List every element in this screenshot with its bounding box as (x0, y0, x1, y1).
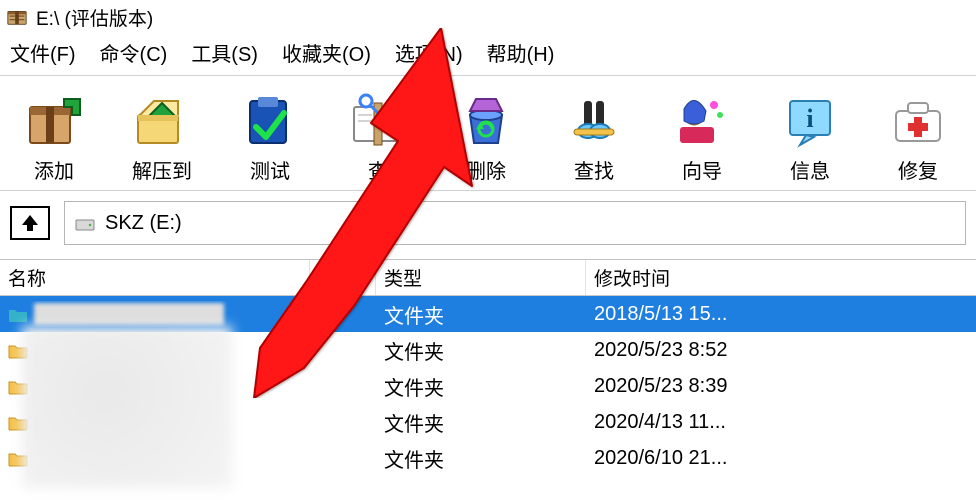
wizard-icon (672, 93, 732, 149)
toolbar-wizard-label: 向导 (682, 155, 722, 184)
test-icon (240, 93, 300, 149)
folder-icon (8, 414, 28, 430)
file-modified: 2020/4/13 11... (586, 409, 976, 436)
svg-text:i: i (806, 104, 813, 133)
table-row[interactable]: 文件夹 2020/5/23 8:39 (0, 368, 976, 404)
file-type: 文件夹 (376, 298, 586, 331)
toolbar-extract-label: 解压到 (132, 155, 192, 184)
toolbar-add-button[interactable]: 添加 (0, 80, 108, 184)
menu-favorites[interactable]: 收藏夹(O) (282, 38, 371, 67)
file-table: 名称 类型 修改时间 文件夹 2018/5/13 15... 文件夹 2020/… (0, 260, 976, 476)
file-type: 文件夹 (376, 442, 586, 475)
delete-icon (456, 93, 516, 149)
address-combobox[interactable]: SKZ (E:) (64, 201, 966, 245)
view-icon (348, 93, 408, 149)
file-modified: 2018/5/13 15... (586, 301, 976, 328)
drive-icon (75, 215, 95, 231)
folder-icon (8, 378, 28, 394)
toolbar-info-label: 信息 (790, 155, 830, 184)
file-type: 文件夹 (376, 370, 586, 403)
toolbar-extract-button[interactable]: 解压到 (108, 80, 216, 184)
menu-file[interactable]: 文件(F) (10, 38, 76, 67)
address-text: SKZ (E:) (105, 212, 182, 235)
add-icon (24, 93, 84, 149)
col-modified[interactable]: 修改时间 (586, 260, 976, 295)
file-type: 文件夹 (376, 334, 586, 367)
col-type[interactable]: 类型 (376, 260, 586, 295)
info-icon: i (780, 93, 840, 149)
repair-icon (888, 93, 948, 149)
toolbar-wizard-button[interactable]: 向导 (648, 80, 756, 184)
toolbar-test-button[interactable]: 测试 (216, 80, 324, 184)
file-type: 文件夹 (376, 406, 586, 439)
toolbar-find-button[interactable]: 查找 (540, 80, 648, 184)
toolbar-test-label: 测试 (250, 155, 290, 184)
table-row[interactable]: 文件夹 2020/4/13 11... (0, 404, 976, 440)
toolbar-delete-button[interactable]: 删除 (432, 80, 540, 184)
menu-tools[interactable]: 工具(S) (191, 38, 258, 67)
up-arrow-icon (18, 213, 42, 233)
toolbar-repair-label: 修复 (898, 155, 938, 184)
toolbar-info-button[interactable]: i 信息 (756, 80, 864, 184)
menu-bar: 文件(F) 命令(C) 工具(S) 收藏夹(O) 选项(N) 帮助(H) (0, 34, 976, 75)
menu-command[interactable]: 命令(C) (100, 38, 168, 67)
toolbar-find-label: 查找 (574, 155, 614, 184)
col-size[interactable] (310, 260, 376, 295)
toolbar-view-button[interactable]: 查 (324, 80, 432, 184)
address-row: SKZ (E:) (0, 191, 976, 260)
title-bar: E:\ (评估版本) (0, 0, 976, 34)
col-name[interactable]: 名称 (0, 260, 310, 295)
menu-help[interactable]: 帮助(H) (487, 38, 555, 67)
file-modified: 2020/5/23 8:39 (586, 373, 976, 400)
table-header: 名称 类型 修改时间 (0, 260, 976, 296)
extract-icon (132, 93, 192, 149)
folder-icon (8, 342, 28, 358)
table-row[interactable]: 文件夹 2020/5/23 8:52 (0, 332, 976, 368)
find-icon (564, 93, 624, 149)
toolbar: 添加 解压到 测试 (0, 75, 976, 191)
file-modified: 2020/6/10 21... (586, 445, 976, 472)
up-one-level-button[interactable] (10, 206, 50, 240)
folder-icon (8, 306, 28, 322)
table-row[interactable]: 文件夹 2020/6/10 21... (0, 440, 976, 476)
menu-options[interactable]: 选项(N) (395, 38, 463, 67)
toolbar-delete-label: 删除 (466, 155, 506, 184)
toolbar-add-label: 添加 (34, 155, 74, 184)
window-title: E:\ (评估版本) (36, 4, 153, 31)
folder-icon (8, 450, 28, 466)
toolbar-repair-button[interactable]: 修复 (864, 80, 972, 184)
file-name-blurred (34, 303, 224, 325)
app-icon (6, 6, 28, 28)
file-modified: 2020/5/23 8:52 (586, 337, 976, 364)
table-row[interactable]: 文件夹 2018/5/13 15... (0, 296, 976, 332)
toolbar-view-label: 查 (368, 155, 388, 184)
